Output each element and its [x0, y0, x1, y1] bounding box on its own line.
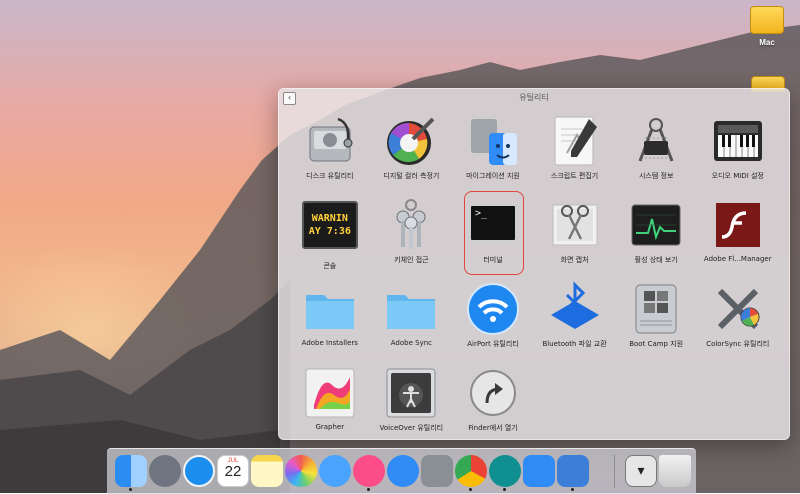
boot-camp-icon [635, 284, 677, 334]
dock-notes-icon[interactable] [251, 455, 283, 487]
app-adobe-flash-manager[interactable]: Adobe Fl...Manager [697, 195, 779, 279]
app-label: 디지털 컬러 측정기 [383, 172, 440, 180]
dock-photos-icon[interactable] [285, 455, 317, 487]
app-script-editor[interactable]: 스크립트 편집기 [534, 111, 616, 195]
app-boot-camp[interactable]: Boot Camp 지원 [615, 279, 697, 363]
running-indicator [129, 488, 132, 491]
app-console[interactable]: WARNIN AY 7:36 콘솔 [289, 195, 371, 279]
dock-keynote-icon[interactable] [557, 455, 589, 491]
app-bluetooth-file-exchange[interactable]: Bluetooth 파일 교환 [534, 279, 616, 363]
app-label: Adobe Fl...Manager [703, 255, 772, 263]
grapher-icon [305, 368, 355, 418]
app-label: Grapher [315, 423, 345, 431]
app-label: Boot Camp 지원 [629, 340, 684, 348]
app-grapher[interactable]: Grapher [289, 363, 371, 447]
app-label: 마이그레이션 지원 [466, 172, 520, 180]
app-voiceover-utility[interactable]: VoiceOver 유틸리티 [371, 363, 453, 447]
folder-icon [387, 295, 436, 329]
activity-monitor-icon [631, 204, 681, 246]
launchpad-folder: ‹ 유틸리티 디스크 유틸리티 디지털 컬러 측정기 마이그레이션 지원 스크립… [278, 88, 790, 440]
dock-messages-icon[interactable] [319, 455, 351, 487]
voiceover-utility-icon [386, 368, 436, 418]
terminal-prompt: >_ [474, 208, 488, 219]
app-grid: 디스크 유틸리티 디지털 컬러 측정기 마이그레이션 지원 스크립트 편집기 시… [289, 111, 779, 447]
desktop-drive-label: Mac [759, 38, 775, 47]
calendar-day: 22 [224, 463, 242, 480]
app-adobe-installers[interactable]: Adobe Installers [289, 279, 371, 363]
running-indicator [571, 488, 574, 491]
running-indicator [469, 488, 472, 491]
console-text-line: WARNIN [311, 213, 348, 224]
app-colorsync-utility[interactable]: ColorSync 유틸리티 [697, 279, 779, 363]
console-text-line: AY 7:36 [308, 226, 351, 237]
dock-icloud-icon[interactable] [523, 455, 555, 487]
app-label: ColorSync 유틸리티 [706, 340, 770, 348]
folder-header: ‹ 유틸리티 [279, 89, 789, 107]
app-digital-color-meter[interactable]: 디지털 컬러 측정기 [371, 111, 453, 195]
folder-icon [305, 295, 354, 329]
app-label: Finder에서 열기 [468, 424, 518, 432]
app-keychain-access[interactable]: 키체인 접근 [371, 195, 453, 279]
app-label: 시스템 정보 [638, 172, 674, 180]
system-information-icon [638, 118, 674, 162]
dock: JUL 22 ▾ [107, 448, 696, 494]
dock-itunes-icon[interactable] [353, 455, 385, 491]
app-label: 오디오 MIDI 설정 [711, 172, 764, 180]
bluetooth-file-exchange-icon [550, 281, 599, 329]
app-adobe-sync[interactable]: Adobe Sync [371, 279, 453, 363]
desktop-drive[interactable]: Mac [742, 6, 792, 47]
dock-trash-icon[interactable] [659, 455, 691, 487]
running-indicator [367, 488, 370, 491]
app-activity-monitor[interactable]: 활성 상태 보기 [615, 195, 697, 279]
dock-safari-icon[interactable] [183, 455, 215, 487]
app-label: 콘솔 [323, 262, 337, 270]
dock-chrome-icon[interactable] [455, 455, 487, 491]
screenshot-icon [552, 204, 598, 246]
terminal-icon: >_ [467, 203, 518, 243]
app-migration-assistant[interactable]: 마이그레이션 지원 [452, 111, 534, 195]
dock-system-preferences-icon[interactable] [421, 455, 453, 487]
adobe-flash-icon [715, 203, 760, 247]
dock-app-icon[interactable] [489, 455, 521, 491]
app-label: AirPort 유틸리티 [467, 340, 519, 348]
script-editor-icon [554, 116, 597, 166]
app-label: VoiceOver 유틸리티 [379, 424, 444, 432]
app-label: 키체인 접근 [394, 256, 429, 264]
dock-calendar-icon[interactable]: JUL 22 [217, 455, 249, 487]
app-label: Bluetooth 파일 교환 [542, 340, 607, 348]
app-terminal[interactable]: >_ 터미널 [452, 191, 534, 279]
app-screenshot[interactable]: 화면 캡처 [534, 195, 616, 279]
app-open-in-finder[interactable]: Finder에서 열기 [452, 363, 534, 447]
running-indicator [503, 488, 506, 491]
app-label: Adobe Installers [301, 339, 358, 347]
app-airport-utility[interactable]: AirPort 유틸리티 [452, 279, 534, 363]
app-label: 활성 상태 보기 [634, 256, 678, 264]
dock-app-store-icon[interactable] [387, 455, 419, 487]
dock-finder-icon[interactable] [115, 455, 147, 491]
app-label: 디스크 유틸리티 [306, 172, 354, 180]
digital-color-meter-icon [387, 117, 435, 165]
keychain-access-icon [396, 199, 426, 249]
app-label: Adobe Sync [390, 339, 433, 347]
open-in-finder-icon [469, 370, 516, 416]
app-disk-utility[interactable]: 디스크 유틸리티 [289, 111, 371, 195]
airport-utility-icon [466, 283, 519, 335]
dock-separator [614, 455, 615, 488]
hard-drive-icon [750, 6, 784, 34]
colorsync-utility-icon [717, 288, 760, 330]
folder-title: 유틸리티 [519, 93, 549, 102]
migration-assistant-icon [470, 119, 517, 165]
dock-launchpad-icon[interactable] [149, 455, 181, 487]
app-label: 화면 캡처 [560, 256, 589, 264]
audio-midi-setup-icon [713, 121, 762, 161]
app-audio-midi-setup[interactable]: 오디오 MIDI 설정 [697, 111, 779, 195]
console-icon: WARNIN AY 7:36 [301, 201, 358, 249]
disk-utility-icon [309, 117, 353, 162]
app-label: 스크립트 편집기 [550, 172, 599, 180]
app-system-information[interactable]: 시스템 정보 [615, 111, 697, 195]
dock-downloads-icon[interactable]: ▾ [625, 455, 657, 487]
